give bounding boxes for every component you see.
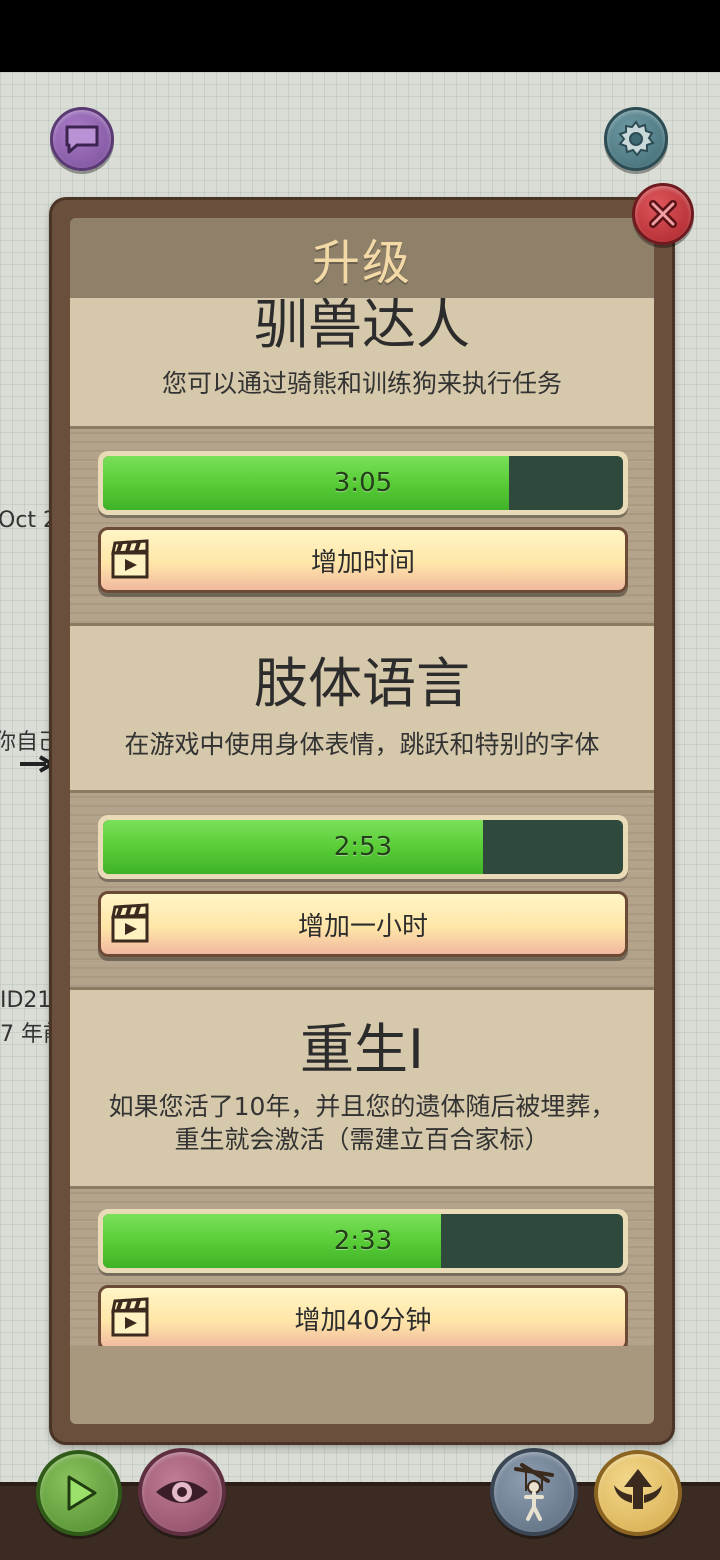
play-icon (67, 1475, 97, 1511)
upgrade-card-2-info: 肢体语言 在游戏中使用身体表情，跳跃和特别的字体 (70, 626, 654, 790)
add-one-hour-label: 增加一小时 (297, 911, 428, 942)
arrow-icon (20, 755, 56, 773)
winged-arrow-icon (614, 1469, 662, 1509)
upgrade-timer-bar: 3:05 (98, 451, 628, 515)
progress-track: 2:53 (103, 820, 623, 874)
add-time-label: 增加时间 (310, 547, 415, 578)
upgrade-button[interactable] (594, 1450, 682, 1536)
status-bar (0, 0, 720, 72)
add-time-button[interactable]: 增加时间 (98, 527, 628, 593)
dialog-panel: 升级 驯兽达人 您可以通过骑熊和训练狗来执行任务 3:05 增加时间 肢体语言 … (70, 218, 654, 1424)
upgrade-card-1-info: 驯兽达人 您可以通过骑熊和训练狗来执行任务 (70, 298, 654, 428)
timer-label: 2:53 (333, 832, 393, 862)
clapperboard-icon (111, 539, 149, 579)
gear-icon (618, 120, 655, 157)
upgrade-card-3-info: 重生I 如果您活了10年，并且您的遗体随后被埋葬， 重生就会激活（需建立百合家标… (70, 990, 654, 1186)
eye-icon (156, 1481, 208, 1503)
background-text-date: Oct 2 (0, 508, 58, 533)
upgrade-card-title: 驯兽达人 (254, 298, 470, 357)
view-button[interactable] (138, 1448, 226, 1536)
chat-button[interactable] (50, 107, 114, 171)
settings-button[interactable] (604, 107, 668, 171)
dialog-header: 升级 (70, 218, 654, 298)
upgrade-card-1-controls: 3:05 增加时间 (70, 426, 654, 626)
dialog-title: 升级 (311, 235, 412, 291)
upgrade-card-description-line-1: 如果您活了10年，并且您的遗体随后被埋葬， (108, 1092, 616, 1122)
upgrade-timer-bar: 2:53 (98, 815, 628, 879)
add-40-minutes-button[interactable]: 增加40分钟 (98, 1285, 628, 1346)
chat-bubble-icon (65, 125, 99, 154)
clapperboard-icon (111, 1297, 149, 1337)
clapperboard-icon (111, 903, 149, 943)
puppet-button[interactable] (490, 1448, 578, 1536)
add-one-hour-button[interactable]: 增加一小时 (98, 891, 628, 957)
upgrade-dialog: 升级 驯兽达人 您可以通过骑熊和训练狗来执行任务 3:05 增加时间 肢体语言 … (52, 200, 672, 1442)
timer-label: 2:33 (333, 1226, 393, 1256)
upgrade-card-3-controls: 2:33 增加40分钟 (70, 1186, 654, 1346)
timer-label: 3:05 (333, 468, 393, 498)
close-button[interactable] (632, 183, 694, 245)
upgrade-card-description: 您可以通过骑熊和训练狗来执行任务 (161, 369, 562, 399)
add-40-minutes-label: 增加40分钟 (294, 1305, 432, 1336)
progress-track: 3:05 (103, 456, 623, 510)
upgrade-card-title: 重生I (300, 1017, 424, 1081)
upgrade-card-2-controls: 2:53 增加一小时 (70, 790, 654, 990)
puppet-icon (514, 1463, 554, 1521)
upgrade-card-title: 肢体语言 (254, 652, 470, 716)
upgrade-list[interactable]: 驯兽达人 您可以通过骑熊和训练狗来执行任务 3:05 增加时间 肢体语言 在游戏… (70, 298, 654, 1346)
upgrade-timer-bar: 2:33 (98, 1209, 628, 1273)
progress-track: 2:33 (103, 1214, 623, 1268)
upgrade-card-description: 在游戏中使用身体表情，跳跃和特别的字体 (124, 730, 600, 760)
close-icon (649, 200, 677, 228)
play-button[interactable] (36, 1450, 122, 1536)
background-text-id: ID21 (0, 988, 52, 1013)
upgrade-card-description-line-2: 重生就会激活（需建立百合家标） (174, 1124, 550, 1154)
background-text-self: 你自己 (0, 730, 61, 755)
